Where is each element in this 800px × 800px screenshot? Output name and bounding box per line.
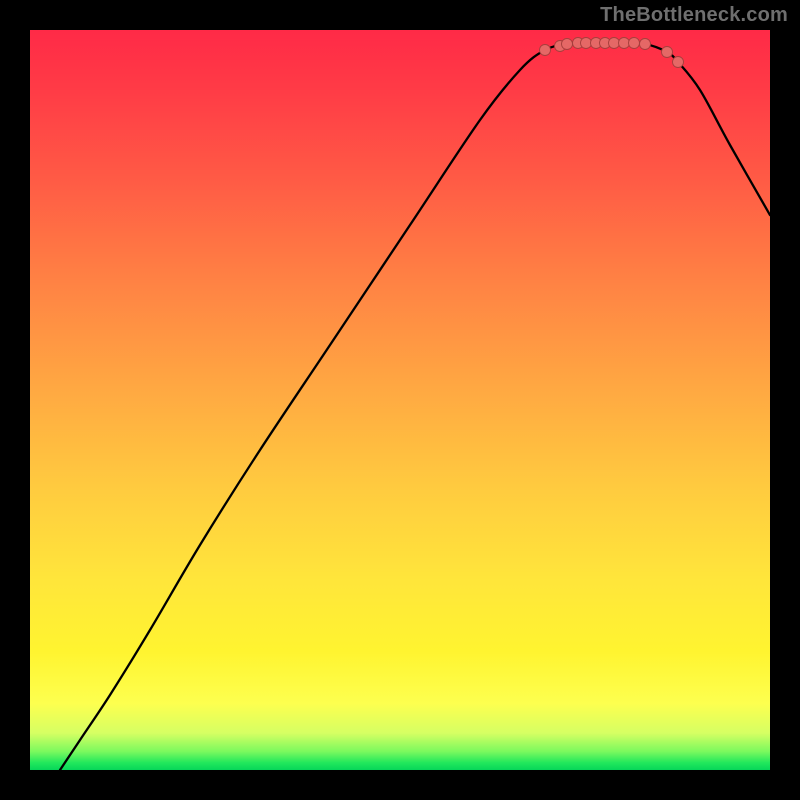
marker-point: [540, 45, 551, 56]
marker-point: [629, 38, 640, 49]
flat-region-markers: [540, 38, 684, 68]
marker-point: [662, 47, 673, 58]
plot-area: [30, 30, 770, 770]
marker-point: [581, 38, 592, 49]
marker-point: [640, 39, 651, 50]
marker-point: [673, 57, 684, 68]
watermark-text: TheBottleneck.com: [600, 4, 788, 27]
bottleneck-curve: [60, 43, 770, 770]
marker-point: [562, 39, 573, 50]
chart-frame: TheBottleneck.com: [0, 0, 800, 800]
marker-point: [619, 38, 630, 49]
curve-layer: [30, 30, 770, 770]
marker-point: [609, 38, 620, 49]
